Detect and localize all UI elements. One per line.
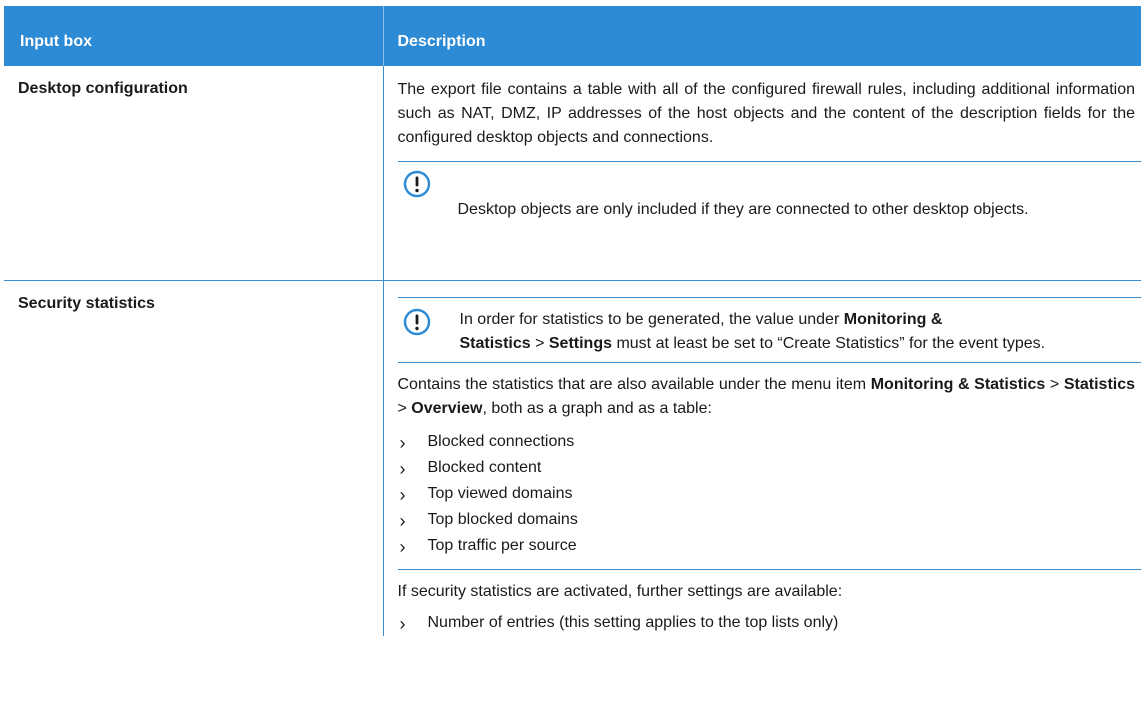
list-item: › Blocked content — [398, 455, 1136, 481]
exclamation-circle-icon — [403, 308, 430, 336]
row-label: Security statistics — [18, 295, 155, 312]
exclamation-circle-icon — [403, 170, 430, 198]
table-row: Desktop configuration The export file co… — [4, 66, 1141, 281]
settings-list: › Number of entries (this setting applies… — [398, 610, 1136, 636]
chevron-right-icon: › — [399, 537, 406, 557]
column-header-input-box: Input box — [4, 6, 383, 66]
description-paragraph: If security statistics are activated, fu… — [397, 569, 1141, 604]
description-paragraph: The export file contains a table with al… — [397, 81, 1136, 146]
row-description: In order for statistics to be generated,… — [382, 280, 1141, 636]
note-box: Desktop objects are only included if the… — [397, 161, 1141, 236]
table-header-row: Input box Description — [4, 6, 1141, 66]
chevron-right-icon: › — [399, 614, 406, 634]
chevron-right-icon: › — [399, 511, 406, 531]
list-item: › Top viewed domains — [398, 481, 1136, 507]
description-paragraph: Contains the statistics that are also av… — [397, 362, 1141, 421]
table-row: Security statistics In order for statist… — [4, 280, 1141, 636]
statistics-list: › Blocked connections › Blocked content › T… — [398, 429, 1136, 559]
list-item: › Top traffic per source — [398, 533, 1136, 559]
list-item: › Top blocked domains — [398, 507, 1136, 533]
chevron-right-icon: › — [399, 459, 406, 479]
row-description: The export file contains a table with al… — [382, 66, 1141, 281]
list-item: › Blocked connections — [398, 429, 1136, 455]
chevron-right-icon: › — [399, 485, 406, 505]
description-table: Input box Description Desktop configurat… — [4, 6, 1141, 636]
column-header-description: Description — [382, 6, 1141, 66]
note-box: In order for statistics to be generated,… — [397, 297, 1141, 362]
row-label: Desktop configuration — [4, 66, 383, 281]
note-text: In order for statistics to be generated,… — [459, 311, 1046, 352]
chevron-right-icon: › — [399, 433, 406, 453]
list-item: › Number of entries (this setting applies… — [398, 610, 1136, 636]
note-text: Desktop objects are only included if the… — [457, 201, 1029, 218]
